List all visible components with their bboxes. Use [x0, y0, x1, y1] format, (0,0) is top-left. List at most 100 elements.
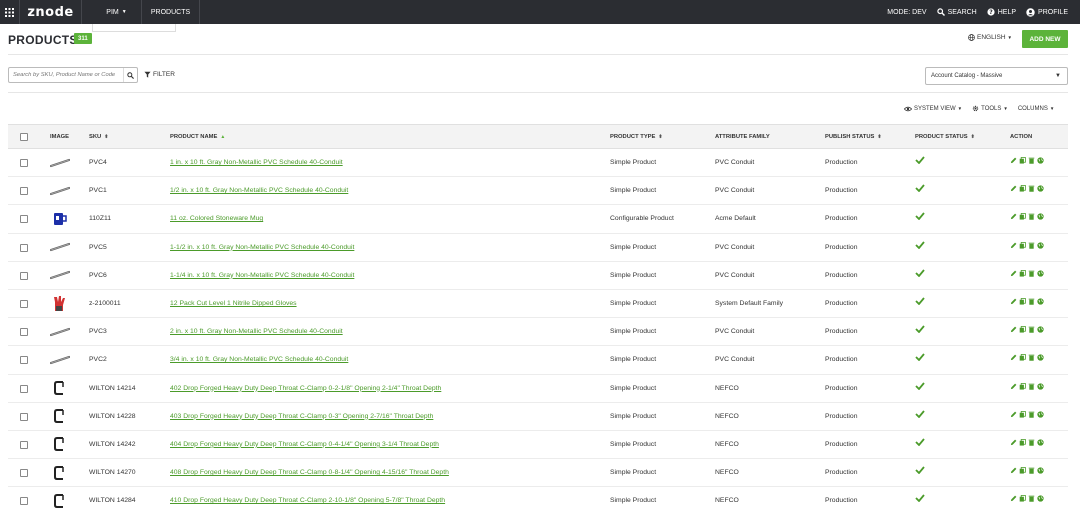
product-name-link[interactable]: 1 in. x 10 ft. Gray Non-Metallic PVC Sch…	[170, 159, 343, 166]
copy-icon[interactable]	[1019, 467, 1026, 476]
copy-icon[interactable]	[1019, 326, 1026, 335]
publish-globe-icon[interactable]	[1037, 495, 1044, 504]
edit-icon[interactable]	[1010, 326, 1017, 335]
publish-globe-icon[interactable]	[1037, 298, 1044, 307]
edit-icon[interactable]	[1010, 354, 1017, 363]
select-all-checkbox[interactable]	[20, 133, 28, 141]
product-name-link[interactable]: 2 in. x 10 ft. Gray Non-Metallic PVC Sch…	[170, 328, 343, 335]
delete-icon[interactable]	[1028, 213, 1035, 222]
copy-icon[interactable]	[1019, 297, 1026, 307]
copy-icon[interactable]	[1019, 495, 1026, 504]
publish-globe-icon[interactable]	[1037, 157, 1044, 166]
delete-icon[interactable]	[1028, 383, 1035, 392]
product-name-link[interactable]: 403 Drop Forged Heavy Duty Deep Throat C…	[170, 413, 433, 420]
catalog-select[interactable]: Account Catalog - Massive ▼	[925, 67, 1068, 85]
edit-icon[interactable]	[1010, 411, 1017, 420]
product-name-link[interactable]: 1-1/4 in. x 10 ft. Gray Non-Metallic PVC…	[170, 272, 354, 279]
publish-globe-icon[interactable]	[1037, 382, 1044, 392]
copy-icon[interactable]	[1019, 241, 1026, 251]
publish-globe-icon[interactable]	[1037, 439, 1044, 448]
row-checkbox[interactable]	[20, 271, 28, 280]
search-link[interactable]: SEARCH	[936, 8, 977, 16]
tools-dropdown[interactable]: TOOLS ▼	[972, 105, 1008, 112]
filter-button[interactable]: FILTER	[144, 71, 175, 78]
publish-globe-icon[interactable]	[1037, 185, 1044, 194]
copy-icon[interactable]	[1019, 213, 1026, 222]
copy-icon[interactable]	[1019, 354, 1026, 363]
publish-globe-icon[interactable]	[1037, 213, 1044, 222]
delete-icon[interactable]	[1028, 270, 1035, 279]
row-checkbox[interactable]	[20, 356, 28, 365]
delete-icon[interactable]	[1028, 495, 1035, 504]
edit-icon[interactable]	[1010, 383, 1017, 392]
publish-globe-icon[interactable]	[1037, 270, 1044, 279]
copy-icon[interactable]	[1019, 157, 1026, 166]
row-checkbox[interactable]	[20, 159, 28, 167]
language-selector[interactable]: ENGLISH ▼	[968, 34, 1012, 41]
system-view-dropdown[interactable]: SYSTEM VIEW ▼	[904, 105, 962, 112]
row-checkbox[interactable]	[20, 469, 28, 478]
profile-link[interactable]: PROFILE	[1026, 7, 1068, 17]
row-checkbox[interactable]	[20, 412, 28, 421]
publish-globe-icon[interactable]	[1037, 326, 1044, 335]
copy-icon[interactable]	[1019, 410, 1026, 420]
row-checkbox[interactable]	[20, 187, 28, 196]
product-name-link[interactable]: 404 Drop Forged Heavy Duty Deep Throat C…	[170, 441, 439, 448]
publish-globe-icon[interactable]	[1037, 467, 1044, 476]
edit-icon[interactable]	[1010, 270, 1017, 279]
edit-icon[interactable]	[1010, 213, 1017, 222]
product-name-link[interactable]: 402 Drop Forged Heavy Duty Deep Throat C…	[170, 385, 441, 392]
delete-icon[interactable]	[1028, 298, 1035, 307]
znode-logo[interactable]: znode	[20, 0, 82, 24]
edit-icon[interactable]	[1010, 298, 1017, 307]
product-name-link[interactable]: 11 oz. Colored Stoneware Mug	[170, 215, 263, 222]
add-new-button[interactable]: ADD NEW	[1022, 30, 1068, 48]
copy-icon[interactable]	[1019, 185, 1026, 194]
copy-icon[interactable]	[1019, 438, 1026, 448]
search-button[interactable]	[123, 68, 137, 82]
app-grid-button[interactable]	[0, 0, 20, 24]
delete-icon[interactable]	[1028, 326, 1035, 335]
copy-icon[interactable]	[1019, 382, 1026, 392]
delete-icon[interactable]	[1028, 185, 1035, 194]
product-name-link[interactable]: 12 Pack Cut Level 1 Nitrile Dipped Glove…	[170, 300, 297, 307]
edit-icon[interactable]	[1010, 467, 1017, 476]
column-header-publish-status[interactable]: PUBLISH STATUS ⬍	[825, 134, 882, 140]
column-header-product-status[interactable]: PRODUCT STATUS ⬍	[915, 134, 975, 140]
delete-icon[interactable]	[1028, 242, 1035, 251]
help-link[interactable]: ? HELP	[987, 8, 1016, 16]
row-checkbox[interactable]	[20, 243, 28, 252]
edit-icon[interactable]	[1010, 185, 1017, 194]
delete-icon[interactable]	[1028, 157, 1035, 166]
edit-icon[interactable]	[1010, 495, 1017, 504]
row-checkbox[interactable]	[20, 215, 28, 224]
row-checkbox[interactable]	[20, 299, 28, 308]
publish-globe-icon[interactable]	[1037, 411, 1044, 420]
delete-icon[interactable]	[1028, 467, 1035, 476]
product-name-link[interactable]: 408 Drop Forged Heavy Duty Deep Throat C…	[170, 469, 449, 476]
product-name-link[interactable]: 410 Drop Forged Heavy Duty Deep Throat C…	[170, 497, 445, 504]
delete-icon[interactable]	[1028, 439, 1035, 448]
row-checkbox[interactable]	[20, 384, 28, 393]
column-header-product-type[interactable]: PRODUCT TYPE ⬍	[610, 134, 663, 140]
copy-icon[interactable]	[1019, 269, 1026, 279]
edit-icon[interactable]	[1010, 242, 1017, 251]
nav-menu-products[interactable]: PRODUCTS	[142, 0, 200, 24]
search-input[interactable]	[9, 68, 123, 82]
product-name-link[interactable]: 1-1/2 in. x 10 ft. Gray Non-Metallic PVC…	[170, 244, 354, 251]
nav-menu-pim[interactable]: PIM ▼	[92, 0, 142, 24]
row-checkbox[interactable]	[20, 440, 28, 449]
edit-icon[interactable]	[1010, 439, 1017, 448]
product-name-link[interactable]: 1/2 in. x 10 ft. Gray Non-Metallic PVC S…	[170, 187, 348, 194]
delete-icon[interactable]	[1028, 354, 1035, 363]
delete-icon[interactable]	[1028, 411, 1035, 420]
column-header-sku[interactable]: SKU ⬍	[89, 134, 108, 140]
columns-dropdown[interactable]: COLUMNS ▼	[1018, 105, 1054, 112]
publish-globe-icon[interactable]	[1037, 241, 1044, 251]
column-header-product-name[interactable]: PRODUCT NAME ▲	[170, 134, 225, 140]
edit-icon[interactable]	[1010, 157, 1017, 166]
row-checkbox[interactable]	[20, 497, 28, 506]
product-name-link[interactable]: 3/4 in. x 10 ft. Gray Non-Metallic PVC S…	[170, 356, 348, 363]
row-checkbox[interactable]	[20, 328, 28, 337]
publish-globe-icon[interactable]	[1037, 354, 1044, 363]
